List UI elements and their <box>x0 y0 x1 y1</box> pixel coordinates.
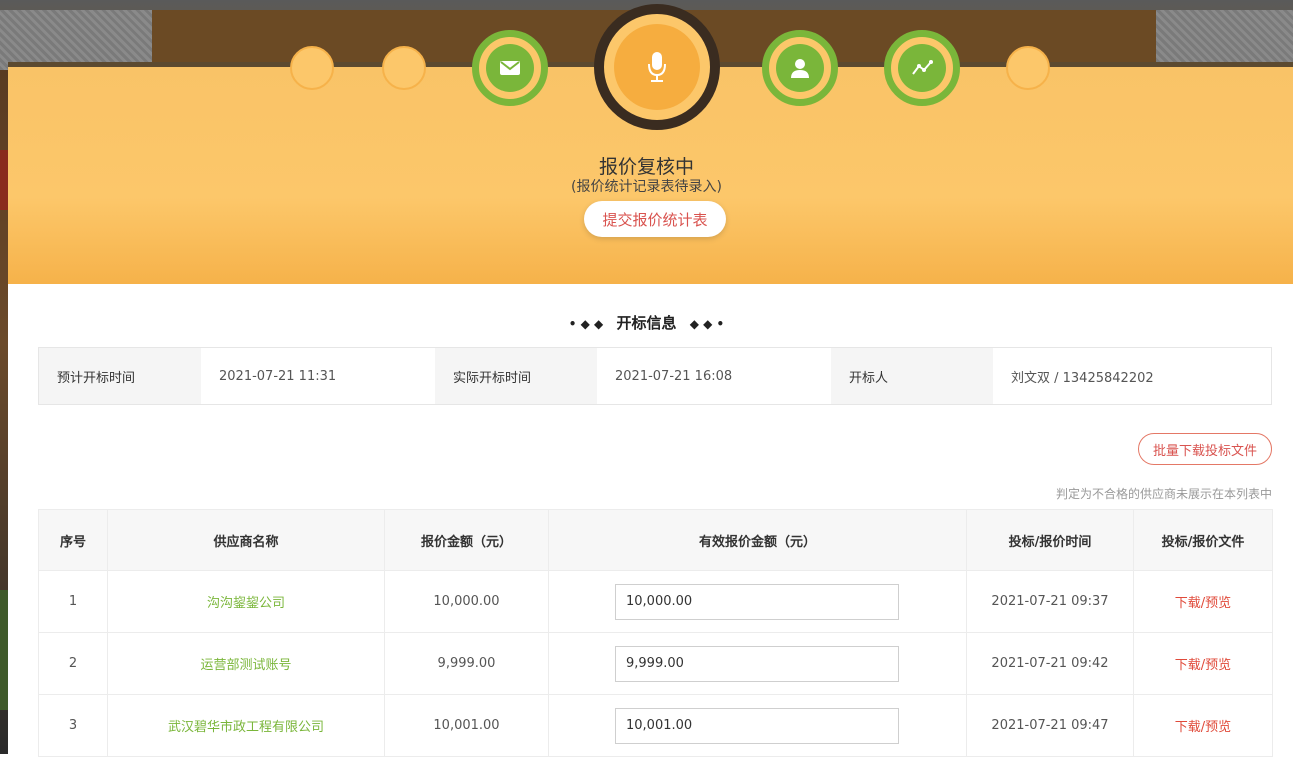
col-header-supplier: 供应商名称 <box>107 509 385 571</box>
section-title-text: 开标信息 <box>616 314 677 332</box>
supplier-name-link[interactable]: 沟沟鋆鋆公司 <box>107 570 385 633</box>
valid-amount-cell <box>548 694 967 757</box>
batch-download-button[interactable]: 批量下载投标文件 <box>1138 433 1272 465</box>
step-1-circle <box>290 46 334 90</box>
step-2-circle <box>382 46 426 90</box>
person-icon <box>791 59 809 78</box>
disqualified-note: 判定为不合格的供应商未展示在本列表中 <box>1055 487 1272 501</box>
planned-time-label: 预计开标时间 <box>39 348 201 404</box>
row-time: 2021-07-21 09:37 <box>966 570 1134 633</box>
download-preview-link[interactable]: 下载/预览 <box>1133 570 1273 633</box>
opening-info-table: 预计开标时间 2021-07-21 11:31 实际开标时间 2021-07-2… <box>38 347 1272 405</box>
download-preview-link[interactable]: 下载/预览 <box>1133 694 1273 757</box>
valid-amount-cell <box>548 570 967 633</box>
step-chart <box>884 30 960 106</box>
chart-line-icon <box>912 60 933 75</box>
row-amount: 10,001.00 <box>384 694 549 757</box>
row-time: 2021-07-21 09:47 <box>966 694 1134 757</box>
table-header-row: 序号 供应商名称 报价金额（元） 有效报价金额（元） 投标/报价时间 投标/报价… <box>38 509 1273 571</box>
actual-time-value: 2021-07-21 16:08 <box>597 348 831 404</box>
step-envelope <box>472 30 548 106</box>
valid-amount-cell <box>548 632 967 695</box>
table-row: 2 运营部测试账号 9,999.00 2021-07-21 09:42 下载/预… <box>38 632 1273 695</box>
table-row: 3 武汉碧华市政工程有限公司 10,001.00 2021-07-21 09:4… <box>38 694 1273 757</box>
opener-label: 开标人 <box>831 348 993 404</box>
actual-time-label: 实际开标时间 <box>435 348 597 404</box>
valid-amount-input[interactable] <box>615 707 899 744</box>
section-title-right-dots: ◆ ◆ • <box>689 317 725 331</box>
opener-value: 刘文双 / 13425842202 <box>993 348 1271 404</box>
supplier-name-link[interactable]: 武汉碧华市政工程有限公司 <box>107 694 385 757</box>
col-header-no: 序号 <box>38 509 108 571</box>
status-subtitle: (报价统计记录表待录入) <box>571 179 722 195</box>
col-header-time: 投标/报价时间 <box>966 509 1134 571</box>
envelope-icon <box>500 61 520 75</box>
row-time: 2021-07-21 09:42 <box>966 632 1134 695</box>
valid-amount-input[interactable] <box>615 645 899 682</box>
supplier-name-link[interactable]: 运营部测试账号 <box>107 632 385 695</box>
background-right <box>1156 10 1293 70</box>
row-no: 2 <box>38 632 108 695</box>
step-current-microphone <box>594 4 720 130</box>
col-header-file: 投标/报价文件 <box>1133 509 1273 571</box>
row-no: 1 <box>38 570 108 633</box>
microphone-icon <box>648 52 666 82</box>
left-edge-green <box>0 590 8 710</box>
valid-amount-input[interactable] <box>615 583 899 620</box>
bid-list-table: 序号 供应商名称 报价金额（元） 有效报价金额（元） 投标/报价时间 投标/报价… <box>38 509 1273 757</box>
row-no: 3 <box>38 694 108 757</box>
planned-time-value: 2021-07-21 11:31 <box>201 348 435 404</box>
download-preview-link[interactable]: 下载/预览 <box>1133 632 1273 695</box>
submit-statistics-button[interactable]: 提交报价统计表 <box>584 201 726 237</box>
col-header-amount: 报价金额（元） <box>384 509 549 571</box>
step-7-circle <box>1006 46 1050 90</box>
status-title: 报价复核中 <box>598 156 694 178</box>
step-person <box>762 30 838 106</box>
background-left <box>0 10 152 70</box>
table-row: 1 沟沟鋆鋆公司 10,000.00 2021-07-21 09:37 下载/预… <box>38 570 1273 633</box>
section-title: • ◆ ◆ 开标信息 ◆ ◆ • <box>0 312 1293 333</box>
row-amount: 10,000.00 <box>384 570 549 633</box>
row-amount: 9,999.00 <box>384 632 549 695</box>
col-header-valid-amount: 有效报价金额（元） <box>548 509 967 571</box>
section-title-left-dots: • ◆ ◆ <box>568 317 604 331</box>
